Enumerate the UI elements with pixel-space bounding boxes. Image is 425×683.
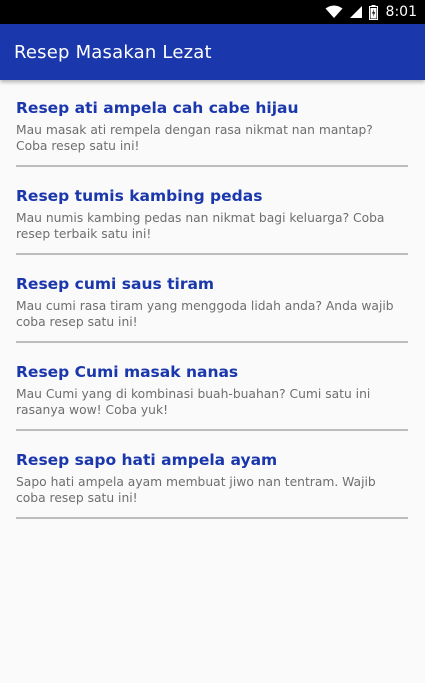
wifi-icon (325, 5, 343, 19)
recipe-item[interactable]: Resep sapo hati ampela ayam Sapo hati am… (0, 432, 425, 520)
app-bar: Resep Masakan Lezat (0, 24, 425, 80)
status-bar: 8:01 (0, 0, 425, 24)
signal-icon (349, 5, 363, 19)
recipe-title: Resep Cumi masak nanas (16, 363, 239, 381)
status-time: 8:01 (385, 4, 417, 20)
recipe-item[interactable]: Resep Cumi masak nanas Mau Cumi yang di … (0, 344, 425, 432)
recipe-list: Resep ati ampela cah cabe hijau Mau masa… (0, 80, 425, 520)
recipe-title: Resep ati ampela cah cabe hijau (16, 99, 299, 117)
divider (16, 517, 408, 519)
app-title: Resep Masakan Lezat (14, 41, 212, 63)
divider (16, 429, 408, 431)
recipe-title: Resep sapo hati ampela ayam (16, 451, 278, 469)
recipe-description: Mau cumi rasa tiram yang menggoda lidah … (16, 299, 394, 329)
divider (16, 341, 408, 343)
recipe-title: Resep cumi saus tiram (16, 275, 215, 293)
divider (16, 165, 408, 167)
recipe-title: Resep tumis kambing pedas (16, 187, 263, 205)
divider (16, 253, 408, 255)
recipe-item[interactable]: Resep cumi saus tiram Mau cumi rasa tira… (0, 256, 425, 344)
recipe-description: Mau masak ati rempela dengan rasa nikmat… (16, 123, 373, 153)
recipe-description: Mau Cumi yang di kombinasi buah-buahan? … (16, 387, 371, 417)
recipe-item[interactable]: Resep tumis kambing pedas Mau numis kamb… (0, 168, 425, 256)
recipe-description: Sapo hati ampela ayam membuat jiwo nan t… (16, 475, 376, 505)
recipe-description: Mau numis kambing pedas nan nikmat bagi … (16, 211, 385, 241)
battery-icon (368, 4, 378, 20)
recipe-item[interactable]: Resep ati ampela cah cabe hijau Mau masa… (0, 80, 425, 168)
